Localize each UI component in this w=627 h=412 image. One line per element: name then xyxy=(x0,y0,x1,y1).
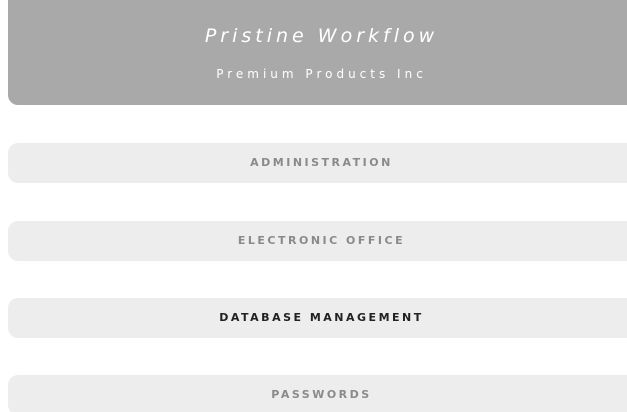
header-banner: Pristine Workflow Premium Products Inc xyxy=(8,0,627,105)
menu-item-database-management[interactable]: DATABASE MANAGEMENT xyxy=(8,298,627,338)
menu-item-label: DATABASE MANAGEMENT xyxy=(219,311,424,324)
menu-item-electronic-office[interactable]: ELECTRONIC OFFICE xyxy=(8,221,627,261)
menu-item-label: ADMINISTRATION xyxy=(250,156,393,169)
company-name: Premium Products Inc xyxy=(216,67,427,81)
menu-item-label: PASSWORDS xyxy=(271,388,372,401)
menu-item-administration[interactable]: ADMINISTRATION xyxy=(8,143,627,183)
menu-item-label: ELECTRONIC OFFICE xyxy=(237,234,406,247)
app-window: Pristine Workflow Premium Products Inc A… xyxy=(0,0,627,412)
app-title: Pristine Workflow xyxy=(204,25,439,47)
menu-item-passwords[interactable]: PASSWORDS xyxy=(8,375,627,412)
